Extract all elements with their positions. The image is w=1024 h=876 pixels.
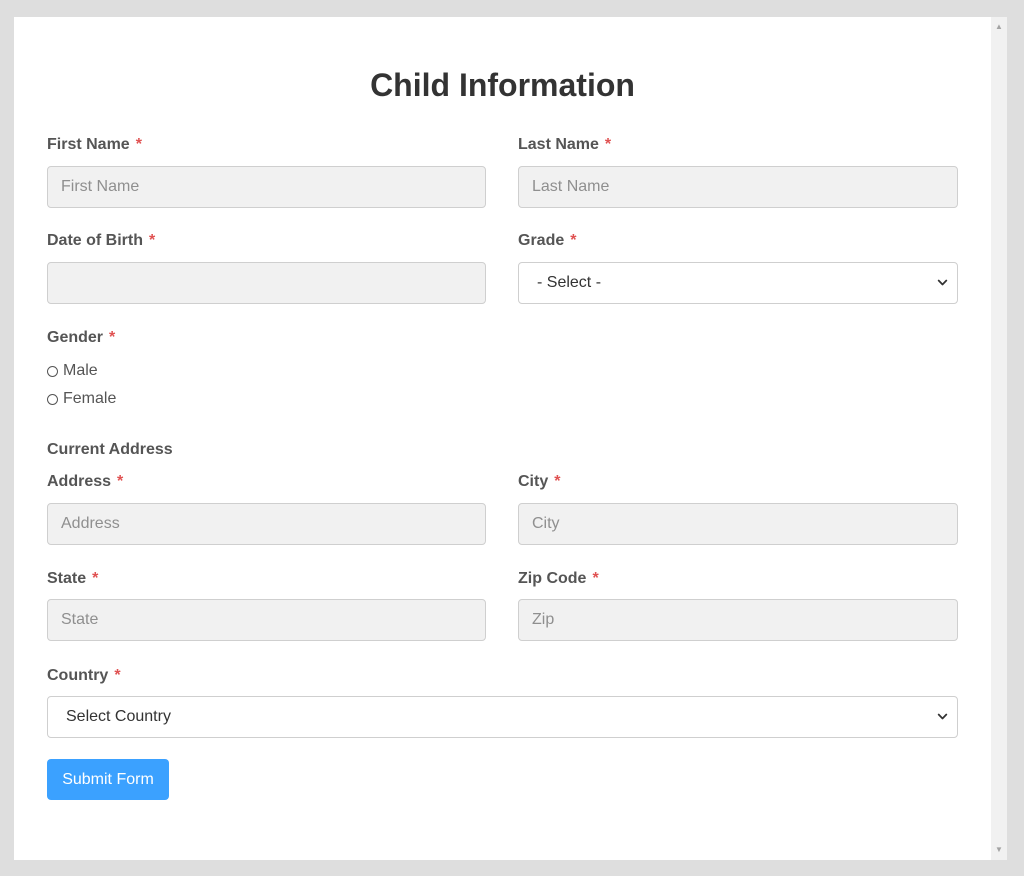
zip-code-input[interactable] <box>518 599 958 641</box>
gender-option-male[interactable]: Male <box>47 362 98 380</box>
required-asterisk: * <box>592 570 599 587</box>
dob-input[interactable] <box>47 262 486 304</box>
required-asterisk: * <box>149 232 156 249</box>
country-label: Country * <box>47 667 121 684</box>
address-label: Address * <box>47 473 124 490</box>
first-name-label: First Name * <box>47 136 142 153</box>
required-asterisk: * <box>117 473 124 490</box>
current-address-heading: Current Address <box>47 441 173 458</box>
state-input[interactable] <box>47 599 486 641</box>
page-title: Child Information <box>370 67 635 103</box>
radio-label-male: Male <box>63 362 98 379</box>
required-asterisk: * <box>92 570 99 587</box>
chevron-down-icon <box>937 279 948 286</box>
radio-button-male[interactable] <box>47 365 58 377</box>
grade-select-value: - Select - <box>537 274 602 291</box>
radio-label-female: Female <box>63 390 117 407</box>
submit-form-button[interactable]: Submit Form <box>47 759 169 800</box>
required-asterisk: * <box>114 667 121 684</box>
last-name-input[interactable] <box>518 166 958 208</box>
dob-label: Date of Birth * <box>47 232 156 249</box>
required-asterisk: * <box>135 136 142 153</box>
state-label: State * <box>47 570 99 587</box>
gender-label: Gender * <box>47 329 116 346</box>
radio-button-female[interactable] <box>47 393 58 405</box>
gender-option-female[interactable]: Female <box>47 390 116 408</box>
country-select-value: Select Country <box>66 708 171 725</box>
required-asterisk: * <box>554 473 561 490</box>
required-asterisk: * <box>570 232 577 249</box>
form-container: Child Information First Name* Last Name*… <box>14 17 991 860</box>
scroll-down-arrow-icon[interactable]: ▼ <box>991 842 1007 858</box>
required-asterisk: * <box>604 136 612 153</box>
first-name-input[interactable] <box>47 166 486 208</box>
chevron-down-icon <box>937 713 948 720</box>
last-name-label: Last Name * <box>518 136 612 153</box>
city-input[interactable] <box>518 503 958 545</box>
country-select[interactable]: Select Country <box>47 696 958 738</box>
city-label: City * <box>518 473 561 490</box>
vertical-scrollbar[interactable]: ▲ ▼ <box>991 17 1007 860</box>
grade-select[interactable]: - Select - <box>518 262 958 304</box>
grade-label: Grade * <box>518 232 577 249</box>
zip-code-label: Zip Code * <box>518 570 599 587</box>
address-input[interactable] <box>47 503 486 545</box>
scroll-up-arrow-icon[interactable]: ▲ <box>991 19 1007 35</box>
required-asterisk: * <box>109 329 116 346</box>
